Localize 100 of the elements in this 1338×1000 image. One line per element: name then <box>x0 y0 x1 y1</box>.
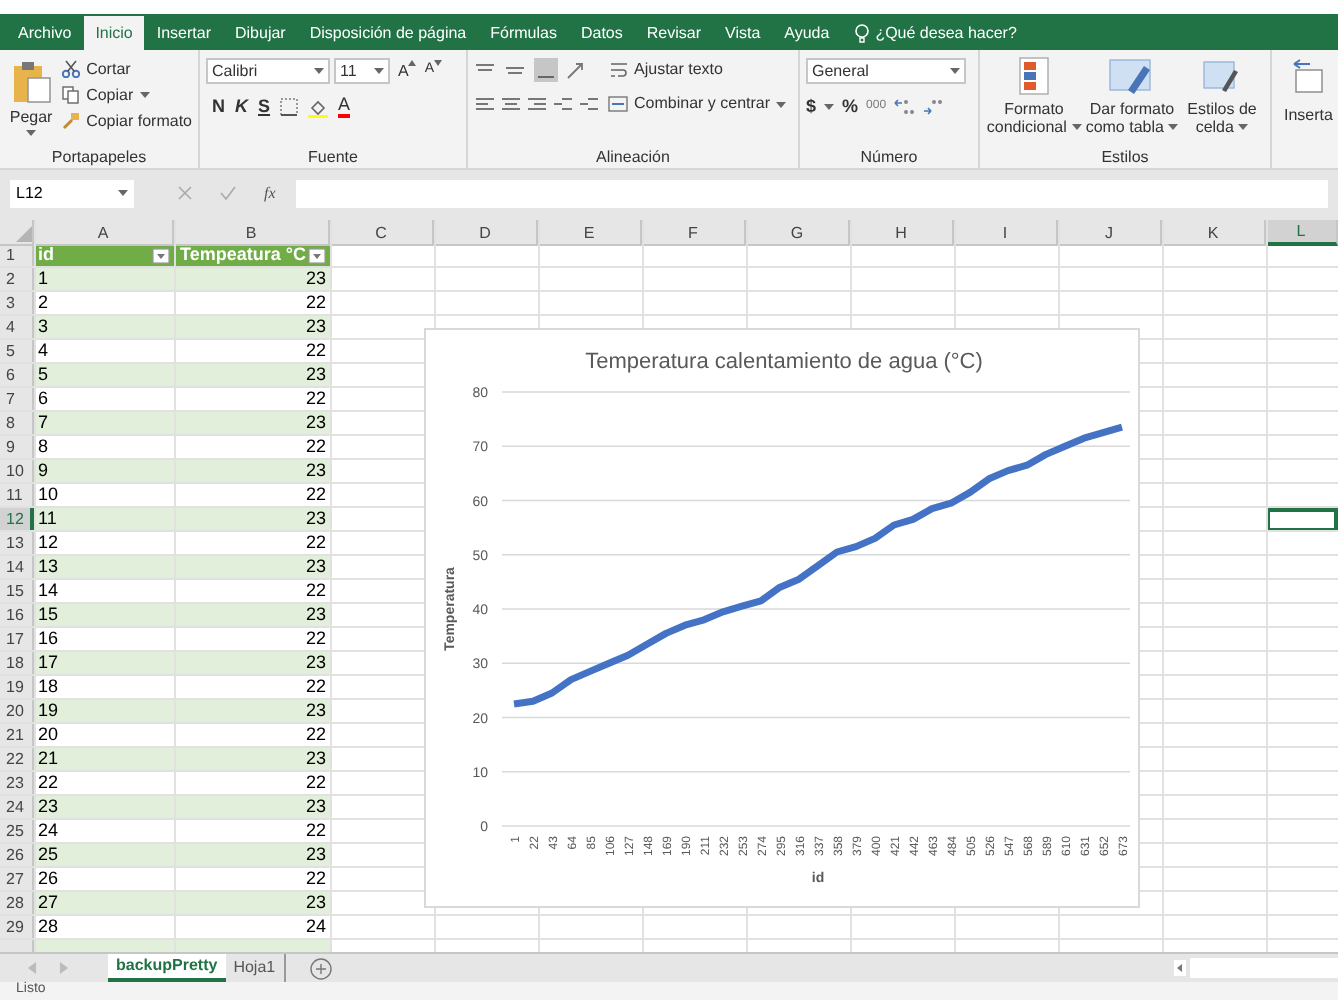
column-header[interactable]: F <box>642 220 746 246</box>
row-header[interactable]: 11 <box>0 484 34 508</box>
currency-button[interactable]: $ <box>806 94 817 121</box>
horizontal-scrollbar[interactable] <box>1190 958 1338 978</box>
align-bottom-icon[interactable] <box>534 58 558 82</box>
row-header[interactable]: 13 <box>0 532 34 556</box>
decrease-indent-icon[interactable] <box>552 96 574 112</box>
format-as-table-button[interactable]: Dar formato como tabla <box>1082 56 1182 146</box>
column-header[interactable]: K <box>1162 220 1266 246</box>
column-header[interactable]: L <box>1266 220 1338 246</box>
checkmark-icon[interactable] <box>220 186 236 200</box>
formula-input[interactable] <box>295 179 1328 207</box>
table-cell: 23 <box>174 556 330 580</box>
sheet-tab[interactable]: backupPretty <box>108 954 226 982</box>
ribbon-tab[interactable]: Datos <box>568 16 635 50</box>
tell-me-field[interactable]: ¿Qué desea hacer? <box>875 21 1017 45</box>
row-header[interactable]: 21 <box>0 724 34 748</box>
conditional-format-button[interactable]: Formato condicional <box>986 56 1082 146</box>
cut-button[interactable]: Cortar <box>62 56 192 82</box>
row-header[interactable]: 17 <box>0 628 34 652</box>
underline-button[interactable]: S <box>258 94 271 121</box>
row-header[interactable]: 2 <box>0 268 34 292</box>
font-name-field[interactable]: Calibri <box>206 58 330 84</box>
cell-styles-button[interactable]: Estilos de celda <box>1182 56 1262 146</box>
align-right-icon[interactable] <box>526 96 548 112</box>
paste-button[interactable]: Pegar <box>6 56 57 146</box>
insert-cells-button[interactable]: Inserta <box>1284 58 1333 128</box>
column-header[interactable]: D <box>434 220 538 246</box>
row-header[interactable]: 27 <box>0 868 34 892</box>
ribbon-tab[interactable]: Disposición de página <box>297 16 479 50</box>
clipboard-icon <box>11 60 52 104</box>
row-header[interactable]: 14 <box>0 556 34 580</box>
add-sheet-icon[interactable] <box>309 957 332 979</box>
fill-color-icon[interactable] <box>308 97 329 118</box>
table-cell: 23 <box>174 316 330 340</box>
orientation-icon[interactable] <box>566 61 586 79</box>
grow-font-button[interactable]: A <box>394 59 417 83</box>
row-header[interactable]: 24 <box>0 796 34 820</box>
row-header[interactable]: 23 <box>0 772 34 796</box>
filter-dropdown-icon[interactable] <box>308 247 326 263</box>
insert-function-button[interactable]: fx <box>264 181 276 205</box>
ribbon-tab[interactable]: Fórmulas <box>478 16 569 50</box>
increase-indent-icon[interactable] <box>578 96 600 112</box>
column-header[interactable]: E <box>538 220 642 246</box>
row-header[interactable]: 5 <box>0 340 34 364</box>
row-header[interactable]: 3 <box>0 292 34 316</box>
row-header[interactable]: 28 <box>0 892 34 916</box>
row-header[interactable]: 4 <box>0 316 34 340</box>
column-header[interactable]: G <box>746 220 850 246</box>
align-center-icon[interactable] <box>500 96 522 112</box>
ribbon-tab[interactable]: Inicio <box>83 16 145 50</box>
decrease-decimal-icon[interactable] <box>922 98 943 117</box>
conditional-format-icon <box>1018 56 1050 96</box>
row-header[interactable]: 26 <box>0 844 34 868</box>
format-painter-button[interactable]: Copiar formato <box>62 108 192 134</box>
ribbon-tab[interactable]: Revisar <box>634 16 713 50</box>
italic-button[interactable]: K <box>235 94 248 121</box>
filter-dropdown-icon[interactable] <box>152 247 170 263</box>
column-header[interactable]: I <box>954 220 1058 246</box>
ribbon-tab[interactable]: Vista <box>713 16 773 50</box>
row-header[interactable]: 12 <box>0 508 34 532</box>
ribbon-tab[interactable]: Archivo <box>6 16 84 50</box>
row-header[interactable]: 8 <box>0 412 34 436</box>
name-box[interactable]: L12 <box>10 179 134 207</box>
column-header[interactable]: C <box>330 220 434 246</box>
row-header[interactable]: 22 <box>0 748 34 772</box>
font-color-button[interactable]: A <box>338 96 351 119</box>
number-format-field[interactable]: General <box>806 58 966 84</box>
selected-cell[interactable] <box>1266 508 1338 532</box>
caret-icon <box>824 104 835 111</box>
row-header[interactable]: 7 <box>0 388 34 412</box>
ribbon-tab[interactable]: Insertar <box>144 16 223 50</box>
row-header[interactable]: 20 <box>0 700 34 724</box>
font-size-field[interactable]: 11 <box>334 58 390 84</box>
increase-decimal-icon[interactable] <box>894 98 915 117</box>
merge-center-button[interactable]: Combinar y centrar <box>608 92 787 116</box>
chart[interactable] <box>424 328 1140 908</box>
row-header[interactable]: 19 <box>0 676 34 700</box>
wrap-text-button[interactable]: Ajustar texto <box>610 58 723 82</box>
bold-button[interactable]: N <box>212 94 225 121</box>
borders-icon[interactable] <box>280 98 299 117</box>
row-header[interactable]: 15 <box>0 580 34 604</box>
row-header[interactable]: 18 <box>0 652 34 676</box>
table-cell: 23 <box>174 796 330 820</box>
row-header[interactable]: 16 <box>0 604 34 628</box>
ribbon-tab[interactable]: Dibujar <box>223 16 298 50</box>
scroll-left-icon[interactable] <box>1174 960 1186 976</box>
ribbon-tab[interactable]: Ayuda <box>772 16 842 50</box>
table-cell: 13 <box>34 556 174 580</box>
row-header[interactable]: 10 <box>0 460 34 484</box>
copy-button[interactable]: Copiar <box>62 82 192 108</box>
percent-button[interactable]: % <box>842 94 859 121</box>
align-middle-icon[interactable] <box>504 62 526 78</box>
row-header[interactable]: 6 <box>0 364 34 388</box>
align-left-icon[interactable] <box>474 96 496 112</box>
row-header[interactable]: 25 <box>0 820 34 844</box>
row-header[interactable]: 9 <box>0 436 34 460</box>
column-header[interactable]: H <box>850 220 954 246</box>
row-header[interactable]: 29 <box>0 916 34 940</box>
column-header[interactable]: J <box>1058 220 1162 246</box>
